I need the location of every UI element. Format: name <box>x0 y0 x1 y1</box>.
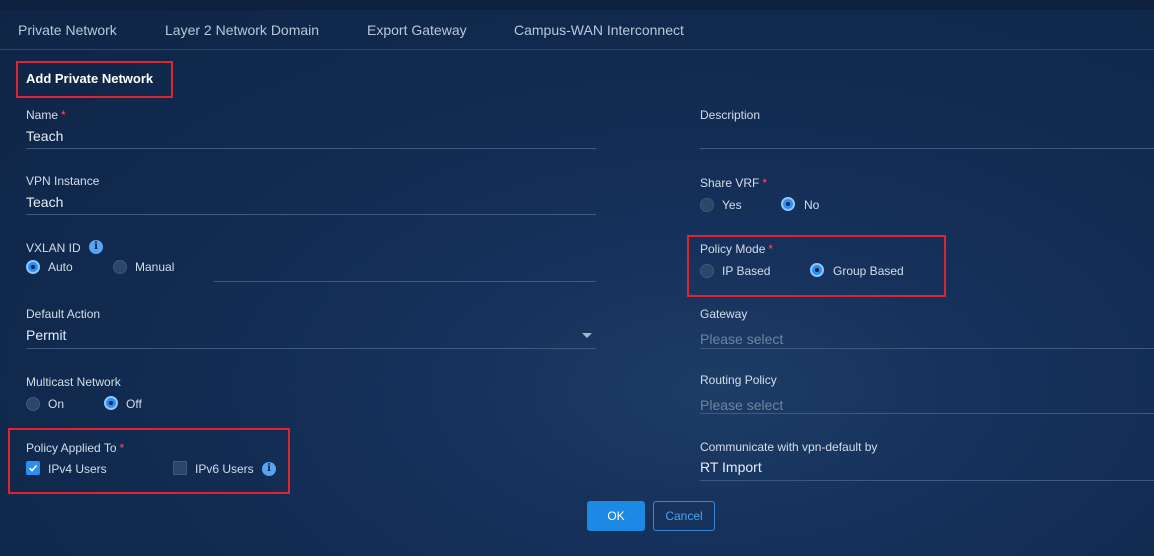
info-icon[interactable]: i <box>262 462 276 476</box>
routing-policy-underline <box>700 413 1154 414</box>
ipv6-users-label: IPv6 Users <box>195 462 254 476</box>
gateway-label: Gateway <box>700 307 748 321</box>
policy-applied-to-label: Policy Applied To * <box>26 441 125 455</box>
chevron-down-icon[interactable] <box>582 333 592 338</box>
name-input[interactable]: Teach <box>26 128 63 144</box>
vpn-instance-input[interactable]: Teach <box>26 194 63 210</box>
vxlan-id-input[interactable] <box>214 262 594 280</box>
policy-mode-group-based-label: Group Based <box>833 264 904 278</box>
vxlan-id-label: VXLAN ID <box>26 241 81 255</box>
description-input[interactable] <box>700 128 1150 146</box>
multicast-on-radio[interactable] <box>26 397 40 411</box>
ipv6-users-checkbox[interactable] <box>173 461 187 475</box>
tab-export-gateway[interactable]: Export Gateway <box>367 22 467 38</box>
vxlan-manual-label: Manual <box>135 260 175 274</box>
cancel-button[interactable]: Cancel <box>653 501 715 531</box>
gateway-select[interactable]: Please select <box>700 331 783 347</box>
vxlan-auto-radio[interactable] <box>26 260 40 274</box>
vpn-instance-label: VPN Instance <box>26 174 100 188</box>
policy-mode-ip-based-radio[interactable] <box>700 264 714 278</box>
form-title: Add Private Network <box>26 71 154 86</box>
communicate-underline <box>700 480 1154 481</box>
ok-button[interactable]: OK <box>587 501 645 531</box>
default-action-select[interactable]: Permit <box>26 327 66 343</box>
name-underline <box>26 148 596 149</box>
info-icon[interactable]: i <box>89 240 103 254</box>
routing-policy-select[interactable]: Please select <box>700 397 783 413</box>
communicate-select[interactable]: RT Import <box>700 459 762 475</box>
description-underline <box>700 148 1154 149</box>
communicate-label: Communicate with vpn-default by <box>700 440 878 454</box>
vxlan-id-underline <box>214 281 596 282</box>
tab-bar: Private Network Layer 2 Network Domain E… <box>0 10 1154 50</box>
share-vrf-yes-radio[interactable] <box>700 198 714 212</box>
policy-mode-label: Policy Mode * <box>700 242 774 256</box>
policy-mode-ip-based-label: IP Based <box>722 264 771 278</box>
ipv4-users-label: IPv4 Users <box>48 462 107 476</box>
multicast-off-label: Off <box>126 397 142 411</box>
tab-layer-2-network-domain[interactable]: Layer 2 Network Domain <box>165 22 319 38</box>
policy-mode-group-based-radio[interactable] <box>810 263 824 277</box>
default-action-underline <box>26 348 596 349</box>
share-vrf-no-label: No <box>804 198 820 212</box>
tab-private-network[interactable]: Private Network <box>18 22 117 38</box>
multicast-network-label: Multicast Network <box>26 375 121 389</box>
tab-campus-wan-interconnect[interactable]: Campus-WAN Interconnect <box>514 22 684 38</box>
description-label: Description <box>700 108 761 122</box>
policy-applied-highlight-box <box>8 428 290 494</box>
name-label: Name * <box>26 108 66 122</box>
share-vrf-label: Share VRF * <box>700 176 768 190</box>
vxlan-auto-label: Auto <box>48 260 73 274</box>
multicast-off-radio[interactable] <box>104 396 118 410</box>
ipv4-users-checkbox[interactable] <box>26 461 40 475</box>
gateway-underline <box>700 348 1154 349</box>
checkmark-icon <box>28 464 38 472</box>
vpn-instance-underline <box>26 214 596 215</box>
share-vrf-yes-label: Yes <box>722 198 742 212</box>
share-vrf-no-radio[interactable] <box>781 197 795 211</box>
default-action-label: Default Action <box>26 307 101 321</box>
routing-policy-label: Routing Policy <box>700 373 777 387</box>
vxlan-manual-radio[interactable] <box>113 260 127 274</box>
multicast-on-label: On <box>48 397 65 411</box>
top-strip <box>0 0 1154 10</box>
